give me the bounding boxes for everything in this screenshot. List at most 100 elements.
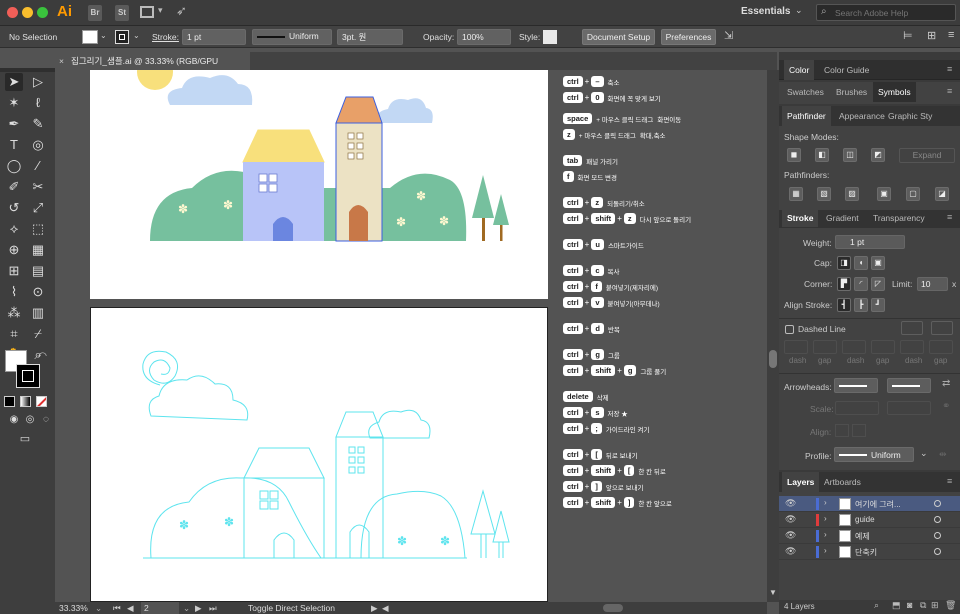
- chevron-down-icon[interactable]: ⌄: [100, 31, 107, 40]
- preferences-button[interactable]: Preferences: [661, 29, 716, 45]
- stroke-label[interactable]: Stroke:: [152, 29, 179, 45]
- curvature-tool-icon[interactable]: ✎: [29, 115, 47, 133]
- symbol-sprayer-tool-icon[interactable]: ⁂: [5, 304, 23, 322]
- tab-gradient[interactable]: Gradient: [821, 209, 864, 227]
- miter-limit-field[interactable]: 10: [917, 277, 948, 291]
- search-help-field[interactable]: ⌕: [816, 4, 956, 21]
- link-scale-icon[interactable]: ⚭: [942, 401, 950, 412]
- profile-select[interactable]: Uniform: [834, 447, 914, 462]
- opacity-label[interactable]: Opacity:: [423, 29, 454, 45]
- gpu-performance-icon[interactable]: ➶: [176, 3, 187, 19]
- first-artboard-icon[interactable]: ⏮: [113, 602, 121, 614]
- chevron-down-icon[interactable]: ⌄: [133, 31, 140, 40]
- tab-color-guide[interactable]: Color Guide: [819, 60, 874, 80]
- bevel-join-icon[interactable]: ◸: [871, 277, 885, 291]
- minimize-window-icon[interactable]: [22, 7, 33, 18]
- expand-layer-icon[interactable]: ›: [824, 514, 827, 523]
- graphic-style-swatch[interactable]: [543, 30, 557, 44]
- horizontal-scroll-thumb[interactable]: [603, 604, 623, 612]
- tab-swatches[interactable]: Swatches: [782, 82, 829, 102]
- start-scale-field[interactable]: [835, 401, 879, 415]
- dash-gap-field[interactable]: [900, 340, 924, 354]
- layer-target-icon[interactable]: [934, 548, 941, 555]
- layer-row[interactable]: 👁 › guide: [779, 512, 960, 528]
- visibility-eye-icon[interactable]: 👁: [785, 530, 796, 541]
- eyedropper-tool-icon[interactable]: ⌇: [5, 283, 23, 301]
- expand-button[interactable]: Expand: [899, 148, 955, 163]
- dashed-line-checkbox[interactable]: [785, 325, 794, 334]
- tab-pathfinder[interactable]: Pathfinder: [782, 106, 831, 126]
- magic-wand-tool-icon[interactable]: ✶: [5, 94, 23, 112]
- canvas-area[interactable]: ✽ ✽ ✽ ✽ ✽ ✽ ✽ ✽ ✽ ctrl + – 축소 ctrl +0 화면에 꼭 맞게 보기 spac…: [55, 54, 767, 602]
- shape-builder-tool-icon[interactable]: ⊕: [5, 241, 23, 259]
- arrange-icon[interactable]: ⇲: [724, 29, 733, 42]
- menu-icon[interactable]: ≡: [948, 29, 954, 41]
- tab-brushes[interactable]: Brushes: [831, 82, 872, 102]
- align-inside-stroke-icon[interactable]: ┣: [854, 298, 868, 312]
- tab-transparency[interactable]: Transparency: [868, 209, 930, 227]
- layer-name[interactable]: 예제: [855, 531, 870, 542]
- layer-row[interactable]: 👁 › 단축키: [779, 544, 960, 560]
- tab-color[interactable]: Color: [784, 60, 815, 80]
- stroke-weight-field[interactable]: 1 pt: [182, 29, 246, 45]
- round-cap-icon[interactable]: ◖: [854, 256, 868, 270]
- tab-stroke[interactable]: Stroke: [782, 209, 819, 227]
- stock-button[interactable]: St: [115, 5, 129, 21]
- transform-icon[interactable]: ⊞: [927, 29, 936, 42]
- chevron-down-icon[interactable]: ▾: [158, 5, 163, 16]
- divide-icon[interactable]: ▦: [789, 187, 803, 201]
- zoom-window-icon[interactable]: [37, 7, 48, 18]
- swap-colors-icon[interactable]: ⤺: [37, 349, 47, 360]
- end-scale-field[interactable]: [887, 401, 931, 415]
- previous-artboard-icon[interactable]: ◀: [127, 602, 134, 614]
- dash-align-corners-icon[interactable]: [931, 321, 953, 335]
- gradient-tool-icon[interactable]: ▤: [29, 262, 47, 280]
- miter-join-icon[interactable]: ▛: [837, 277, 851, 291]
- intersect-icon[interactable]: ◫: [843, 148, 857, 162]
- minus-front-icon[interactable]: ◧: [815, 148, 829, 162]
- align-center-stroke-icon[interactable]: ┫: [837, 298, 851, 312]
- zoom-level[interactable]: 33.33%: [59, 602, 88, 614]
- opacity-field[interactable]: 100%: [457, 29, 511, 45]
- start-arrowhead-select[interactable]: [834, 378, 878, 393]
- rotate-tool-icon[interactable]: ↺: [5, 199, 23, 217]
- status-message[interactable]: Toggle Direct Selection: [248, 602, 335, 614]
- layer-name[interactable]: 단축키: [855, 547, 877, 558]
- visibility-eye-icon[interactable]: 👁: [785, 546, 796, 557]
- make-clip-mask-icon[interactable]: ◙: [907, 600, 912, 610]
- expand-layer-icon[interactable]: ›: [824, 546, 827, 555]
- visibility-eye-icon[interactable]: 👁: [785, 498, 796, 509]
- perspective-grid-tool-icon[interactable]: ▦: [29, 241, 47, 259]
- layer-name[interactable]: guide: [855, 515, 875, 524]
- butt-cap-icon[interactable]: ◨: [837, 256, 851, 270]
- panel-menu-icon[interactable]: ≡: [947, 212, 952, 222]
- artboard-2[interactable]: ✽ ✽ ✽ ✽: [90, 307, 548, 602]
- layer-target-icon[interactable]: [934, 500, 941, 507]
- align-icon[interactable]: ⊨: [903, 29, 913, 42]
- scroll-left-icon[interactable]: ◀: [382, 602, 389, 614]
- arrow-tip-extend-icon[interactable]: [835, 424, 849, 437]
- last-artboard-icon[interactable]: ⏭: [209, 602, 217, 614]
- scissors-tool-icon[interactable]: ✂: [29, 178, 47, 196]
- spiral-tool-icon[interactable]: ◎: [29, 136, 47, 154]
- trim-icon[interactable]: ▧: [817, 187, 831, 201]
- weight-field[interactable]: 1 pt: [835, 235, 905, 249]
- next-artboard-icon[interactable]: ▶: [195, 602, 202, 614]
- layer-target-icon[interactable]: [934, 532, 941, 539]
- search-input[interactable]: [835, 6, 953, 19]
- fill-swatch[interactable]: [82, 30, 98, 44]
- panel-menu-icon[interactable]: ≡: [947, 64, 952, 74]
- vertical-scroll-thumb[interactable]: [769, 350, 777, 368]
- expand-layer-icon[interactable]: ›: [824, 498, 827, 507]
- dash-gap-field[interactable]: [813, 340, 837, 354]
- exclude-icon[interactable]: ◩: [871, 148, 885, 162]
- unite-icon[interactable]: ◼: [787, 148, 801, 162]
- artboard-tool-icon[interactable]: ⌗: [5, 325, 23, 343]
- align-outside-stroke-icon[interactable]: ┛: [871, 298, 885, 312]
- free-transform-tool-icon[interactable]: ⬚: [29, 220, 47, 238]
- variable-width-profile[interactable]: Uniform: [252, 29, 332, 45]
- stroke-swatch[interactable]: [115, 30, 129, 44]
- swap-arrowheads-icon[interactable]: ⇄: [942, 378, 950, 389]
- stroke-color-box[interactable]: [16, 364, 40, 388]
- bridge-button[interactable]: Br: [88, 5, 102, 21]
